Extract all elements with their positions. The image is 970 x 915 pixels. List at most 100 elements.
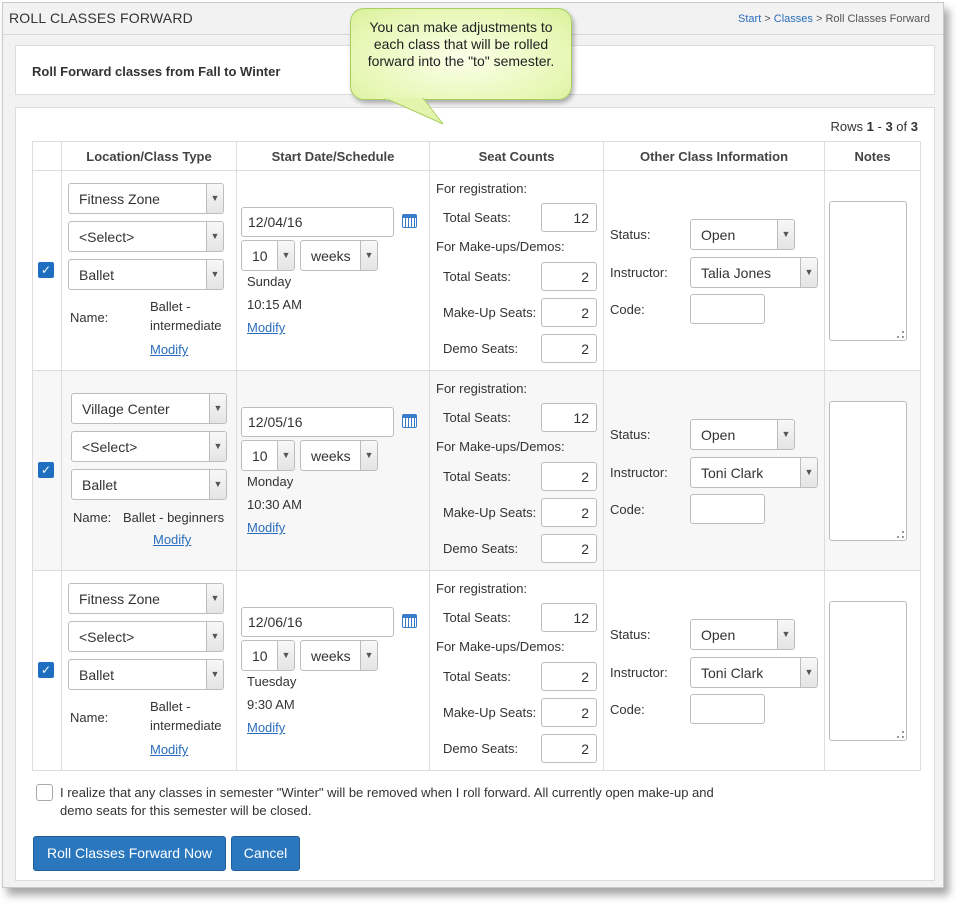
chevron-down-icon: ▼ [206,622,223,651]
resize-grip-icon[interactable] [897,531,904,538]
calendar-icon[interactable] [402,414,417,428]
makeup-total-seats-input[interactable]: 2 [541,662,597,691]
duration-count-select[interactable]: 10 ▼ [241,440,295,471]
start-date-input[interactable]: 12/04/16 [241,207,394,237]
notes-textarea[interactable] [829,401,907,541]
duration-unit-select[interactable]: weeks ▼ [300,240,378,271]
class-type-select[interactable]: Ballet ▼ [68,659,224,690]
secondary-select[interactable]: <Select> ▼ [71,431,227,462]
duration-count-select[interactable]: 10 ▼ [241,240,295,271]
secondary-select[interactable]: <Select> ▼ [68,221,224,252]
chevron-down-icon: ▼ [206,260,223,289]
schedule-time: 9:30 AM [247,697,295,712]
class-name-line2: intermediate [150,318,222,333]
chevron-down-icon: ▼ [209,432,226,461]
registration-total-seats-input[interactable]: 12 [541,603,597,632]
code-input[interactable] [690,694,765,724]
instructor-select[interactable]: Toni Clark ▼ [690,457,818,488]
registration-total-seats-input[interactable]: 12 [541,203,597,232]
secondary-select[interactable]: <Select> ▼ [68,621,224,652]
column-header-other: Other Class Information [603,141,825,171]
duration-unit-select[interactable]: weeks ▼ [300,440,378,471]
class-type-select[interactable]: Ballet ▼ [68,259,224,290]
modify-schedule-link[interactable]: Modify [247,320,285,335]
acknowledge-checkbox[interactable] [36,784,53,801]
makeup-seats-input[interactable]: 2 [541,298,597,327]
demo-seats-input[interactable]: 2 [541,334,597,363]
modify-name-link[interactable]: Modify [150,742,188,757]
modify-name-link[interactable]: Modify [153,532,191,547]
resize-grip-icon[interactable] [897,731,904,738]
location-select[interactable]: Fitness Zone ▼ [68,183,224,214]
duration-count-value: 10 [252,448,268,464]
chevron-down-icon: ▼ [206,660,223,689]
column-header-location: Location/Class Type [61,141,237,171]
location-cell: Village Center ▼ <Select> ▼ Ballet ▼ Name: … [61,370,237,571]
code-input[interactable] [690,294,765,324]
start-date-input[interactable]: 12/06/16 [241,607,394,637]
demo-seats-value: 2 [581,541,589,557]
makeup-seats-input[interactable]: 2 [541,498,597,527]
makeup-total-seats-value: 2 [581,269,589,285]
location-select[interactable]: Fitness Zone ▼ [68,583,224,614]
duration-count-select[interactable]: 10 ▼ [241,640,295,671]
seat-counts-cell: For registration: Total Seats: 12 For Ma… [429,170,604,371]
status-select[interactable]: Open ▼ [690,419,795,450]
column-header-select [32,141,62,171]
breadcrumb: Start > Classes > Roll Classes Forward [738,13,930,25]
instructor-select[interactable]: Toni Clark ▼ [690,657,818,688]
for-registration-label: For registration: [436,181,528,196]
row-checkbox[interactable]: ✓ [38,462,54,478]
instructor-label: Instructor: [610,465,668,480]
makeup-seats-input[interactable]: 2 [541,698,597,727]
duration-unit-select[interactable]: weeks ▼ [300,640,378,671]
modify-name-link[interactable]: Modify [150,342,188,357]
class-name-line1: Ballet - beginners [123,510,225,525]
demo-seats-value: 2 [581,341,589,357]
registration-total-seats-input[interactable]: 12 [541,403,597,432]
schedule-day: Monday [247,474,294,489]
instructor-select[interactable]: Talia Jones ▼ [690,257,818,288]
notes-cell [824,170,921,371]
modify-schedule-link[interactable]: Modify [247,720,285,735]
total-seats-label: Total Seats: [443,669,511,684]
breadcrumb-separator: > [761,13,774,25]
rows-of: of [892,119,911,134]
makeup-seats-label: Make-Up Seats: [443,705,537,720]
modify-schedule-link[interactable]: Modify [247,520,285,535]
resize-grip-icon[interactable] [897,331,904,338]
for-makeups-label: For Make-ups/Demos: [436,639,565,654]
calendar-icon[interactable] [402,214,417,228]
location-cell: Fitness Zone ▼ <Select> ▼ Ballet ▼ Name: Ba… [61,170,237,371]
demo-seats-input[interactable]: 2 [541,734,597,763]
registration-total-seats-value: 12 [573,410,589,426]
roll-forward-button[interactable]: Roll Classes Forward Now [33,836,226,871]
start-date-input[interactable]: 12/05/16 [241,407,394,437]
notes-textarea[interactable] [829,201,907,341]
schedule-time: 10:30 AM [247,497,302,512]
breadcrumb-start-link[interactable]: Start [738,13,761,25]
code-input[interactable] [690,494,765,524]
chevron-down-icon: ▼ [360,241,377,270]
column-header-seats: Seat Counts [429,141,604,171]
for-makeups-label: For Make-ups/Demos: [436,239,565,254]
for-registration-label: For registration: [436,381,528,396]
location-select-value: Village Center [82,401,170,417]
status-select[interactable]: Open ▼ [690,619,795,650]
makeup-total-seats-input[interactable]: 2 [541,462,597,491]
location-select[interactable]: Village Center ▼ [71,393,227,424]
status-select[interactable]: Open ▼ [690,219,795,250]
class-type-select[interactable]: Ballet ▼ [71,469,227,500]
row-checkbox[interactable]: ✓ [38,662,54,678]
makeup-total-seats-input[interactable]: 2 [541,262,597,291]
makeup-total-seats-value: 2 [581,469,589,485]
breadcrumb-classes-link[interactable]: Classes [774,13,813,25]
row-checkbox[interactable]: ✓ [38,262,54,278]
makeup-seats-value: 2 [581,705,589,721]
demo-seats-input[interactable]: 2 [541,534,597,563]
column-header-start: Start Date/Schedule [236,141,430,171]
calendar-icon[interactable] [402,614,417,628]
notes-textarea[interactable] [829,601,907,741]
cancel-button[interactable]: Cancel [231,836,300,871]
table-row: ✓ Fitness Zone ▼ <Select> ▼ Ballet ▼ Name: … [32,570,921,771]
